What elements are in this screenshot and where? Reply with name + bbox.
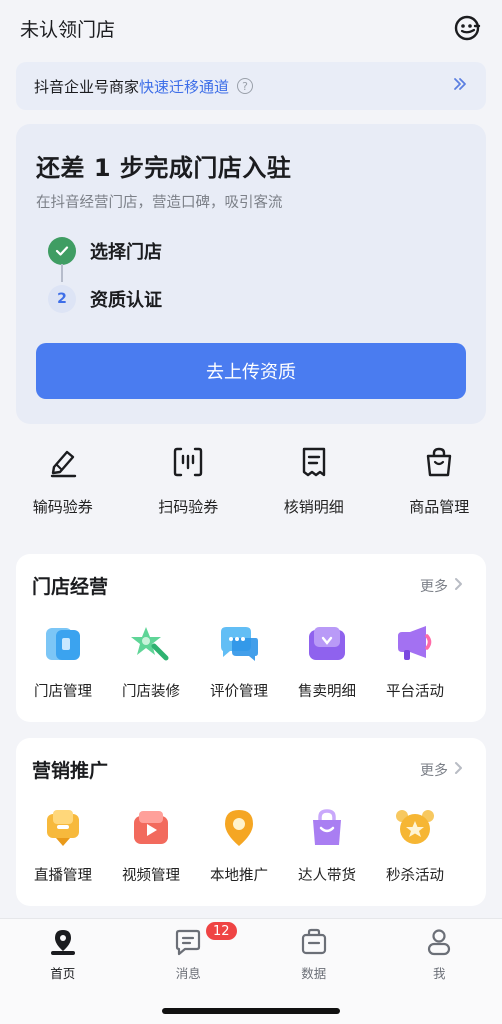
section-title: 门店经营	[32, 576, 109, 598]
quick-action-label: 商品管理	[409, 498, 470, 516]
quick-action-redeem-details[interactable]: 核销明细	[251, 444, 377, 530]
grid-item-influencer-sales[interactable]: 达人带货	[283, 808, 371, 885]
quick-action-label: 输码验券	[32, 498, 93, 516]
more-label: 更多	[420, 763, 448, 779]
grid-item-label: 门店装修	[122, 684, 180, 700]
receipt-icon	[296, 444, 332, 480]
quick-action-product-manage[interactable]: 商品管理	[377, 444, 502, 530]
step-connector	[61, 264, 63, 282]
tab-data[interactable]: 数据	[251, 919, 377, 989]
grid-item-platform-activity[interactable]: 平台活动	[371, 624, 459, 701]
grid-item-label: 本地推广	[210, 868, 268, 884]
checkmark-icon	[48, 237, 76, 265]
video-icon	[130, 808, 172, 848]
grid-item-sales-detail[interactable]: 售卖明细	[283, 624, 371, 701]
step-number: 2	[48, 285, 76, 313]
chevron-right-icon	[454, 761, 464, 779]
review-icon	[218, 624, 260, 664]
onboarding-subtitle: 在抖音经营门店，营造口碑，吸引客流	[36, 195, 283, 211]
store-operations-grid: 门店管理 门店装修 评价管理 售卖明细 平台活动	[16, 624, 486, 701]
store-decor-icon	[130, 624, 172, 664]
marketing-grid: 直播管理 视频管理 本地推广 达人带货 秒杀活动	[16, 808, 486, 885]
quick-actions: 输码验券 扫码验券 核销明细 商品管理	[0, 444, 502, 530]
live-icon	[42, 808, 84, 848]
grid-item-label: 视频管理	[122, 868, 180, 884]
chevron-right-icon	[454, 577, 464, 595]
message-icon	[173, 927, 203, 957]
store-manage-icon	[42, 624, 84, 664]
sales-detail-icon	[306, 624, 348, 664]
step-label: 选择门店	[90, 242, 162, 263]
grid-item-video-manage[interactable]: 视频管理	[107, 808, 195, 885]
section-title: 营销推广	[32, 760, 109, 782]
quick-action-scan-code[interactable]: 扫码验券	[126, 444, 252, 530]
step-select-store: 选择门店	[48, 234, 466, 268]
scan-icon	[170, 444, 206, 480]
quick-action-label: 扫码验券	[158, 498, 219, 516]
tab-label: 消息	[175, 966, 201, 981]
alarm-clock-icon	[394, 808, 436, 848]
data-icon	[299, 927, 329, 957]
tab-label: 数据	[301, 966, 327, 981]
grid-item-label: 售卖明细	[298, 684, 356, 700]
grid-item-label: 达人带货	[298, 868, 356, 884]
tab-home[interactable]: 首页	[0, 919, 126, 989]
onboarding-steps: 选择门店 2 资质认证	[48, 234, 466, 316]
face-icon[interactable]	[452, 13, 482, 43]
help-icon[interactable]: ?	[237, 78, 254, 94]
grid-item-label: 平台活动	[386, 684, 444, 700]
grid-item-store-decor[interactable]: 门店装修	[107, 624, 195, 701]
grid-item-review-manage[interactable]: 评价管理	[195, 624, 283, 701]
home-indicator	[162, 1008, 340, 1014]
pencil-icon	[45, 444, 81, 480]
home-icon	[48, 927, 78, 957]
shopping-bag-icon	[306, 808, 348, 848]
message-count-badge: 12	[204, 920, 239, 942]
onboarding-card: 还差 1 步完成门店入驻 在抖音经营门店，营造口碑，吸引客流 选择门店 2 资质…	[16, 124, 486, 424]
grid-item-store-manage[interactable]: 门店管理	[19, 624, 107, 701]
migration-banner[interactable]: 抖音企业号商家 快速迁移通道 ?	[16, 62, 486, 110]
store-operations-section: 门店经营 更多 门店管理 门店装修 评价管理 售卖明细 平台活动	[16, 554, 486, 722]
migration-prefix: 抖音企业号商家	[34, 77, 140, 96]
quick-action-enter-code[interactable]: 输码验券	[0, 444, 126, 530]
grid-item-label: 门店管理	[34, 684, 92, 700]
grid-item-flash-sale[interactable]: 秒杀活动	[371, 808, 459, 885]
profile-icon	[424, 927, 454, 957]
grid-item-label: 秒杀活动	[386, 868, 444, 884]
grid-item-label: 评价管理	[210, 684, 268, 700]
more-label: 更多	[420, 579, 448, 595]
migration-link[interactable]: 快速迁移通道	[139, 76, 229, 97]
megaphone-icon	[394, 624, 436, 664]
grid-item-local-promo[interactable]: 本地推广	[195, 808, 283, 885]
page-title: 未认领门店	[20, 18, 116, 41]
quick-action-label: 核销明细	[283, 498, 344, 516]
tab-label: 我	[432, 966, 446, 981]
upload-qualification-button[interactable]: 去上传资质	[36, 343, 466, 399]
step-qualification: 2 资质认证	[48, 282, 466, 316]
marketing-section: 营销推广 更多 直播管理 视频管理 本地推广 达人带货 秒杀活动	[16, 738, 486, 906]
grid-item-label: 直播管理	[34, 868, 92, 884]
tab-label: 首页	[50, 966, 76, 981]
more-link[interactable]: 更多	[420, 576, 464, 596]
tab-profile[interactable]: 我	[377, 919, 502, 989]
step-label: 资质认证	[90, 290, 162, 311]
location-pin-icon	[218, 808, 260, 848]
top-bar: 未认领门店	[0, 0, 502, 56]
grid-item-live-manage[interactable]: 直播管理	[19, 808, 107, 885]
bag-icon	[421, 444, 457, 480]
onboarding-title: 还差 1 步完成门店入驻	[36, 154, 292, 182]
more-link[interactable]: 更多	[420, 760, 464, 780]
double-chevron-right-icon[interactable]	[452, 76, 468, 96]
